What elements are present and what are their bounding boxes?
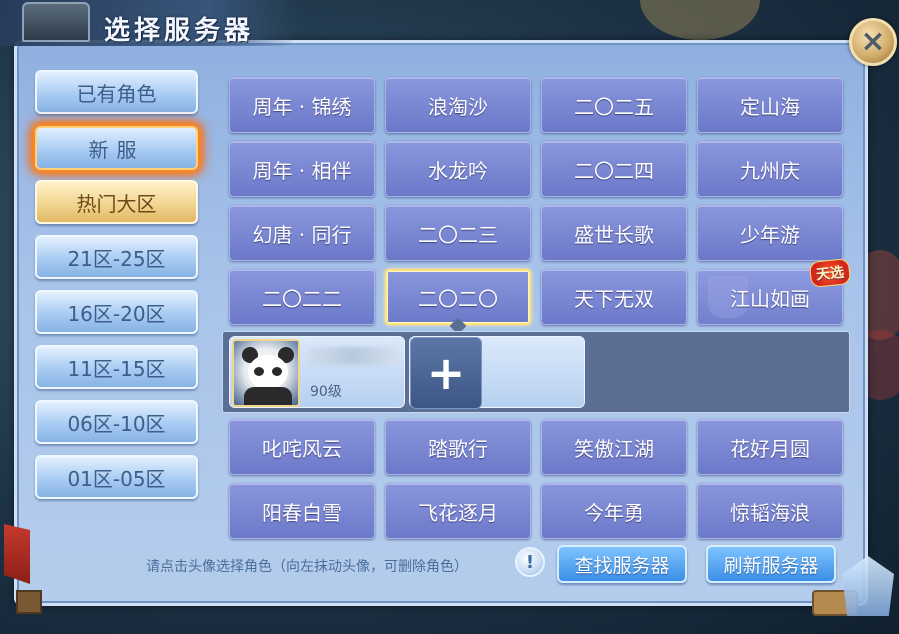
server-button[interactable]: 少年游 [697, 205, 843, 261]
close-icon: × [860, 24, 886, 59]
server-name: 幻唐 · 同行 [252, 222, 352, 247]
server-button[interactable]: 叱咤风云 [229, 419, 375, 475]
server-button[interactable]: 惊韬海浪 [697, 483, 843, 539]
server-button[interactable]: 浪淘沙 [385, 77, 531, 133]
add-character-card[interactable]: + [409, 336, 585, 409]
sidebar-item-label: 已有角色 [76, 81, 157, 106]
server-button[interactable]: 踏歌行 [385, 419, 531, 475]
sidebar-item-label: 新服 [88, 137, 145, 162]
server-name: 飞花逐月 [418, 500, 498, 525]
page-title: 选择服务器 [104, 16, 255, 46]
featured-badge: 天选 [808, 257, 852, 289]
find-server-button[interactable]: 查找服务器 [557, 545, 687, 583]
palace-emblem-icon [22, 2, 90, 42]
server-button[interactable]: 周年 · 锦绣 [229, 77, 375, 133]
server-name: 笑傲江湖 [574, 436, 654, 461]
sidebar-item-label: 21区-25区 [67, 246, 166, 271]
exclamation-icon: ! [525, 551, 535, 573]
sidebar-item-zone-16-20[interactable]: 16区-20区 [35, 290, 198, 334]
flag-decoration-icon [4, 524, 30, 584]
server-button[interactable]: 今年勇 [541, 483, 687, 539]
server-name: 江山如画 [730, 286, 810, 311]
server-name: 二〇二〇 [418, 286, 498, 311]
close-button[interactable]: × [849, 18, 897, 66]
sidebar-item-label: 16区-20区 [67, 301, 166, 326]
plus-icon: + [426, 346, 466, 400]
server-button[interactable]: 二〇二二 [229, 269, 375, 325]
server-button[interactable]: 天下无双 [541, 269, 687, 325]
panda-body [244, 387, 292, 405]
server-name: 二〇二二 [262, 286, 342, 311]
server-name: 二〇二五 [574, 94, 654, 119]
sidebar-item-label: 06区-10区 [67, 411, 166, 436]
server-button[interactable]: 笑傲江湖 [541, 419, 687, 475]
server-name: 二〇二四 [574, 158, 654, 183]
character-card[interactable]: 90级 [229, 336, 405, 408]
server-button[interactable]: 幻唐 · 同行 [229, 205, 375, 261]
panda-eye [254, 367, 264, 376]
server-button[interactable]: 阳春白雪 [229, 483, 375, 539]
refresh-server-label: 刷新服务器 [723, 554, 819, 577]
server-name: 盛世长歌 [574, 222, 654, 247]
server-button-featured[interactable]: 江山如画 天选 [697, 257, 852, 325]
sidebar-item-label: 热门大区 [76, 191, 157, 216]
crate-decoration-icon [16, 590, 42, 614]
server-name: 二〇二三 [418, 222, 498, 247]
server-button[interactable]: 定山海 [697, 77, 843, 133]
server-button[interactable]: 周年 · 相伴 [229, 141, 375, 197]
server-button[interactable]: 二〇二四 [541, 141, 687, 197]
server-name: 周年 · 锦绣 [252, 94, 352, 119]
sidebar-item-label: 11区-15区 [67, 356, 166, 381]
info-icon[interactable]: ! [515, 547, 545, 577]
server-name: 花好月圆 [730, 436, 810, 461]
background-scenery [640, 0, 760, 40]
server-name: 九州庆 [740, 158, 800, 183]
server-name: 阳春白雪 [262, 500, 342, 525]
server-name: 少年游 [740, 222, 800, 247]
server-name: 水龙吟 [428, 158, 488, 183]
server-button[interactable]: 盛世长歌 [541, 205, 687, 261]
server-name: 天下无双 [574, 286, 654, 311]
server-name: 定山海 [740, 94, 800, 119]
server-name: 周年 · 相伴 [252, 158, 352, 183]
server-name: 叱咤风云 [262, 436, 342, 461]
sidebar-item-zone-11-15[interactable]: 11区-15区 [35, 345, 198, 389]
server-name: 踏歌行 [428, 436, 488, 461]
sidebar-item-zone-21-25[interactable]: 21区-25区 [35, 235, 198, 279]
panda-avatar-icon[interactable] [232, 339, 300, 407]
character-level: 90级 [310, 384, 342, 400]
select-character-hint: 请点击头像选择角色（向左抹动头像，可删除角色） [146, 559, 468, 575]
sidebar-item-label: 01区-05区 [67, 466, 166, 491]
server-button[interactable]: 飞花逐月 [385, 483, 531, 539]
sidebar-item-new-servers[interactable]: 新服 [35, 126, 198, 170]
server-button[interactable]: 二〇二五 [541, 77, 687, 133]
refresh-server-button[interactable]: 刷新服务器 [706, 545, 836, 583]
find-server-label: 查找服务器 [574, 554, 670, 577]
character-name-redacted [308, 347, 400, 365]
panda-eye [272, 367, 282, 376]
server-name: 浪淘沙 [428, 94, 488, 119]
server-button[interactable]: 花好月圆 [697, 419, 843, 475]
character-strip: 90级 + [222, 331, 850, 413]
server-name: 今年勇 [584, 500, 644, 525]
add-character-button[interactable]: + [410, 337, 482, 409]
sidebar-item-hot-zones[interactable]: 热门大区 [35, 180, 198, 224]
sidebar-item-zone-06-10[interactable]: 06区-10区 [35, 400, 198, 444]
sidebar-item-existing-roles[interactable]: 已有角色 [35, 70, 198, 114]
server-button[interactable]: 水龙吟 [385, 141, 531, 197]
server-button[interactable]: 二〇二三 [385, 205, 531, 261]
sidebar-item-zone-01-05[interactable]: 01区-05区 [35, 455, 198, 499]
server-button[interactable]: 九州庆 [697, 141, 843, 197]
server-name: 惊韬海浪 [730, 500, 810, 525]
